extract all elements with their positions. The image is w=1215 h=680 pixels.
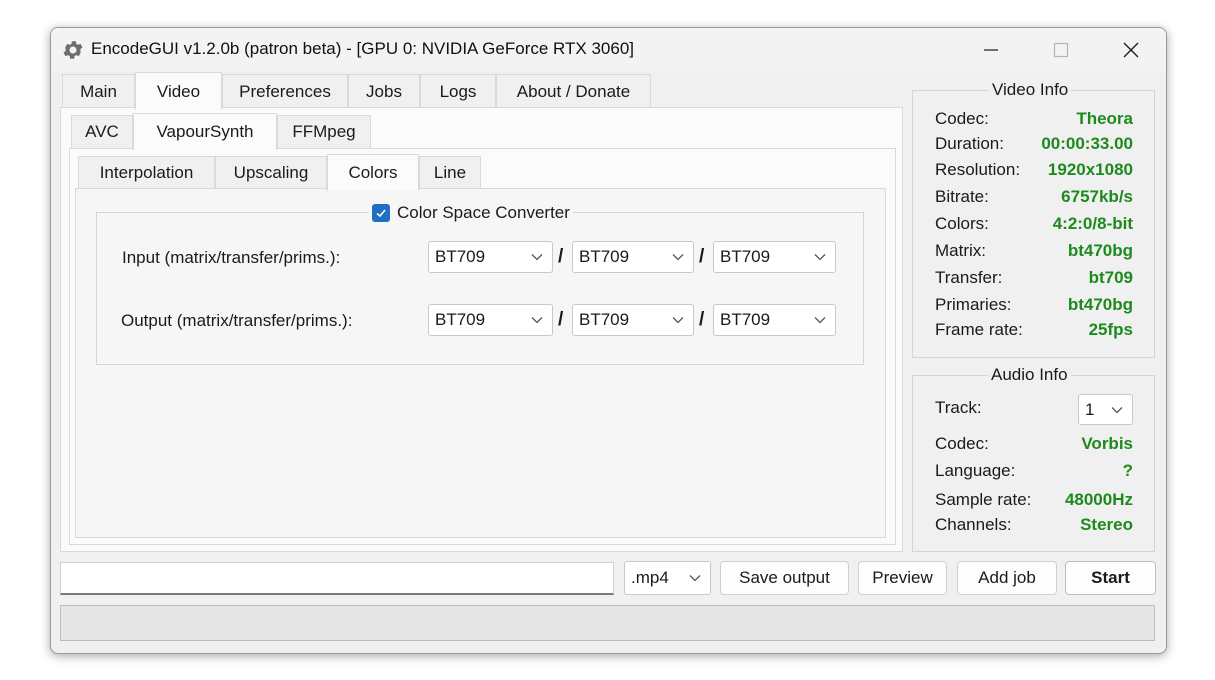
output-label: Output (matrix/transfer/prims.):	[121, 311, 353, 330]
output-primaries-value: BT709	[720, 310, 771, 329]
video-framerate-label: Frame rate:	[935, 320, 1023, 339]
video-codec-value: Theora	[1076, 109, 1133, 128]
audio-channels-value: Stereo	[1080, 515, 1133, 534]
close-icon	[1123, 42, 1139, 58]
output-matrix-value: BT709	[435, 310, 486, 329]
tab-upscaling[interactable]: Upscaling	[215, 156, 327, 189]
audio-track-select[interactable]: 1	[1078, 394, 1133, 425]
add-job-button[interactable]: Add job	[957, 561, 1057, 595]
video-duration-label: Duration:	[935, 134, 1004, 153]
tab-about-donate[interactable]: About / Donate	[496, 74, 651, 108]
color-space-converter-label: Color Space Converter	[397, 203, 570, 222]
input-label: Input (matrix/transfer/prims.):	[122, 248, 341, 267]
chevron-down-icon	[814, 317, 826, 324]
tab-jobs[interactable]: Jobs	[348, 74, 420, 108]
start-button[interactable]: Start	[1065, 561, 1156, 595]
video-matrix-value: bt470bg	[1067, 241, 1133, 260]
tab-interpolation[interactable]: Interpolation	[78, 156, 215, 189]
tab-logs[interactable]: Logs	[420, 74, 496, 108]
maximize-icon	[1053, 42, 1069, 58]
chevron-down-icon	[689, 575, 701, 582]
audio-channels-label: Channels:	[935, 515, 1012, 534]
audio-info-title: Audio Info	[988, 365, 1071, 385]
video-transfer-value: bt709	[1088, 268, 1133, 287]
output-transfer-select[interactable]: BT709	[572, 304, 694, 336]
output-path-input[interactable]	[60, 562, 614, 595]
output-matrix-select[interactable]: BT709	[428, 304, 553, 336]
video-duration-value: 00:00:33.00	[1041, 134, 1133, 153]
audio-codec-value: Vorbis	[1081, 434, 1133, 453]
output-separator-1: /	[558, 309, 564, 330]
tab-main[interactable]: Main	[62, 74, 135, 108]
video-framerate-value: 25fps	[1088, 320, 1133, 339]
video-bitrate-value: 6757kb/s	[1061, 187, 1133, 206]
container-select[interactable]: .mp4	[624, 561, 711, 595]
input-transfer-value: BT709	[579, 247, 630, 266]
tab-colors[interactable]: Colors	[327, 154, 419, 191]
video-resolution-label: Resolution:	[935, 160, 1021, 179]
input-matrix-select[interactable]: BT709	[428, 241, 553, 273]
audio-codec-label: Codec:	[935, 434, 989, 453]
color-space-converter-checkbox[interactable]	[372, 204, 390, 222]
title-bar[interactable]: EncodeGUI v1.2.0b (patron beta) - [GPU 0…	[51, 28, 1166, 72]
tab-line[interactable]: Line	[419, 156, 481, 189]
input-primaries-value: BT709	[720, 247, 771, 266]
audio-language-label: Language:	[935, 461, 1016, 480]
preview-button[interactable]: Preview	[858, 561, 947, 595]
input-separator-1: /	[558, 246, 564, 267]
tab-preferences[interactable]: Preferences	[222, 74, 348, 108]
video-codec-label: Codec:	[935, 109, 989, 128]
input-separator-2: /	[699, 246, 705, 267]
audio-samplerate-label: Sample rate:	[935, 490, 1032, 509]
video-primaries-label: Primaries:	[935, 295, 1012, 314]
audio-track-value: 1	[1085, 399, 1095, 419]
input-primaries-select[interactable]: BT709	[713, 241, 836, 273]
tab-video[interactable]: Video	[135, 72, 222, 110]
tab-vapoursynth[interactable]: VapourSynth	[133, 113, 277, 150]
tab-ffmpeg[interactable]: FFMpeg	[277, 115, 371, 148]
app-window: EncodeGUI v1.2.0b (patron beta) - [GPU 0…	[50, 27, 1167, 654]
minimize-icon	[984, 49, 998, 51]
video-colors-label: Colors:	[935, 214, 989, 233]
tab-avc[interactable]: AVC	[71, 115, 133, 148]
video-primaries-value: bt470bg	[1067, 295, 1133, 314]
chevron-down-icon	[672, 317, 684, 324]
video-bitrate-label: Bitrate:	[935, 187, 989, 206]
video-matrix-label: Matrix:	[935, 241, 986, 260]
chevron-down-icon	[531, 317, 543, 324]
video-info-title: Video Info	[989, 80, 1072, 100]
input-matrix-value: BT709	[435, 247, 486, 266]
color-space-converter-group	[96, 212, 864, 365]
output-separator-2: /	[699, 309, 705, 330]
color-space-converter-legend[interactable]: Color Space Converter	[369, 203, 573, 223]
video-colors-value: 4:2:0/8-bit	[1052, 214, 1133, 233]
minimize-button[interactable]	[961, 28, 1021, 72]
audio-language-value: ?	[1122, 461, 1133, 480]
input-transfer-select[interactable]: BT709	[572, 241, 694, 273]
chevron-down-icon	[814, 254, 826, 261]
chevron-down-icon	[1111, 407, 1123, 414]
video-resolution-value: 1920x1080	[1047, 160, 1133, 179]
maximize-button[interactable]	[1031, 28, 1091, 72]
output-transfer-value: BT709	[579, 310, 630, 329]
gear-icon	[63, 41, 83, 59]
chevron-down-icon	[531, 254, 543, 261]
container-value: .mp4	[631, 568, 669, 587]
window-title: EncodeGUI v1.2.0b (patron beta) - [GPU 0…	[91, 39, 634, 58]
audio-track-label: Track:	[935, 398, 982, 417]
progress-bar	[60, 605, 1155, 641]
output-primaries-select[interactable]: BT709	[713, 304, 836, 336]
video-transfer-label: Transfer:	[935, 268, 1003, 287]
close-button[interactable]	[1101, 28, 1161, 72]
chevron-down-icon	[672, 254, 684, 261]
save-output-button[interactable]: Save output	[720, 561, 849, 595]
checkmark-icon	[376, 209, 386, 218]
audio-samplerate-value: 48000Hz	[1064, 490, 1133, 509]
